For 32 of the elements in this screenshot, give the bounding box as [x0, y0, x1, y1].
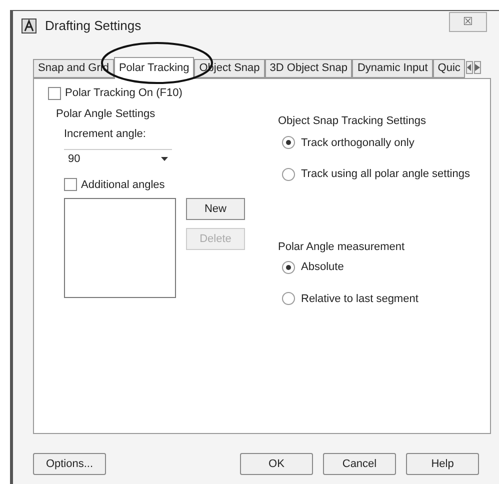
radio-button[interactable]	[282, 168, 295, 181]
radio-label: Track using all polar angle settings	[301, 167, 470, 182]
field-label: Increment angle:	[63, 127, 147, 142]
tab[interactable]: Dynamic Input	[352, 59, 433, 78]
close-button[interactable]: ☒	[449, 12, 487, 32]
checkbox-label: Polar Tracking On (F10)	[65, 86, 182, 101]
dropdown-arrow-icon	[161, 157, 168, 161]
tab[interactable]: Quic	[432, 59, 466, 78]
radio-label: Absolute	[301, 260, 344, 275]
group-title: Polar Angle measurement	[278, 240, 406, 254]
tab[interactable]: Polar Tracking	[114, 57, 194, 79]
radio-label: Relative to last segment	[301, 292, 418, 306]
list-button[interactable]: New	[186, 198, 245, 220]
group-title: Object Snap Tracking Settings	[278, 114, 427, 129]
radio-label: Track orthogonally only	[301, 136, 414, 150]
window-title: Drafting Settings	[45, 17, 142, 36]
checkbox[interactable]	[48, 86, 61, 100]
dialog-button[interactable]: Options...	[33, 453, 106, 475]
group-title: Polar Angle Settings	[56, 106, 156, 122]
tab[interactable]: 3D Object Snap	[264, 59, 352, 78]
radio-button[interactable]	[282, 136, 295, 150]
increment-angle-dropdown[interactable]: 90	[64, 148, 172, 168]
radio-button[interactable]	[282, 260, 295, 274]
scroll-right-button[interactable]	[474, 61, 482, 74]
dialog-button[interactable]: OK	[240, 453, 313, 475]
dialog-button[interactable]: Cancel	[323, 453, 396, 475]
checkbox[interactable]	[64, 178, 77, 192]
angles-list[interactable]	[64, 198, 176, 298]
app-icon	[21, 18, 37, 34]
dialog-button[interactable]: Help	[406, 453, 479, 475]
checkbox-label: Additional angles	[81, 178, 165, 192]
radio-button[interactable]	[282, 292, 295, 306]
